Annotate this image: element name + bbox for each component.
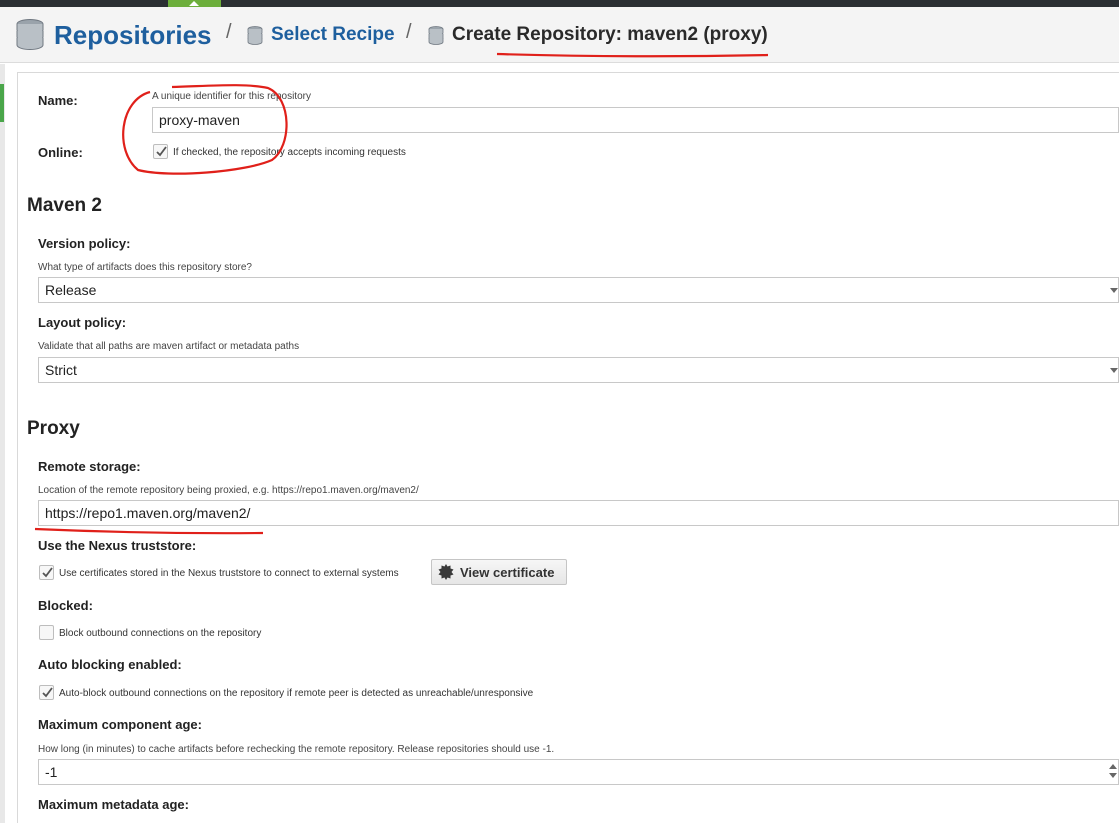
online-checkbox-label: If checked, the repository accepts incom… xyxy=(173,147,406,158)
max-metadata-age-label: Maximum metadata age: xyxy=(38,797,189,812)
chevron-down-icon xyxy=(1110,288,1118,293)
max-component-age-value: -1 xyxy=(45,764,58,780)
breadcrumb-root-label[interactable]: Repositories xyxy=(54,20,212,51)
remote-storage-label: Remote storage: xyxy=(38,459,141,474)
gear-seal-icon xyxy=(438,564,454,580)
chevron-down-icon xyxy=(1110,368,1118,373)
name-label: Name: xyxy=(38,93,78,108)
max-component-age-input[interactable]: -1 xyxy=(38,759,1119,785)
proxy-section-title: Proxy xyxy=(27,418,80,439)
version-policy-value: Release xyxy=(45,282,97,298)
blocked-label: Blocked: xyxy=(38,598,93,613)
active-tab-indicator[interactable] xyxy=(168,0,221,7)
database-icon xyxy=(428,25,444,45)
breadcrumb-repositories[interactable]: Repositories xyxy=(16,7,212,63)
repository-form-panel xyxy=(17,72,1119,823)
truststore-checkbox[interactable] xyxy=(39,565,54,580)
blocked-checkbox[interactable] xyxy=(39,625,54,640)
truststore-checkbox-label: Use certificates stored in the Nexus tru… xyxy=(59,568,399,579)
version-policy-help: What type of artifacts does this reposit… xyxy=(38,262,252,273)
database-icon xyxy=(247,25,263,45)
checkmark-icon xyxy=(156,146,167,157)
breadcrumb-step2-label[interactable]: Select Recipe xyxy=(271,24,395,46)
layout-policy-help: Validate that all paths are maven artifa… xyxy=(38,341,300,352)
breadcrumb-select-recipe[interactable]: Select Recipe xyxy=(247,7,395,63)
version-policy-select[interactable]: Release xyxy=(38,277,1119,303)
checkmark-icon xyxy=(42,567,53,578)
breadcrumb-header: Repositories / Select Recipe / Create Re… xyxy=(0,7,1119,63)
layout-policy-label: Layout policy: xyxy=(38,315,127,330)
breadcrumb-separator: / xyxy=(406,21,412,43)
layout-policy-select[interactable]: Strict xyxy=(38,357,1119,383)
auto-blocking-checkbox-label: Auto-block outbound connections on the r… xyxy=(59,688,534,699)
breadcrumb-separator: / xyxy=(226,21,232,43)
auto-blocking-checkbox[interactable] xyxy=(39,685,54,700)
maven2-section-title: Maven 2 xyxy=(27,195,102,216)
checkmark-icon xyxy=(42,687,53,698)
spinner-up-icon[interactable] xyxy=(1109,764,1117,769)
online-checkbox[interactable] xyxy=(153,144,168,159)
version-policy-label: Version policy: xyxy=(38,236,131,251)
view-certificate-button[interactable]: View certificate xyxy=(431,559,567,585)
database-icon xyxy=(16,19,44,50)
layout-policy-value: Strict xyxy=(45,362,77,378)
blocked-checkbox-label: Block outbound connections on the reposi… xyxy=(59,628,262,639)
max-component-age-help: How long (in minutes) to cache artifacts… xyxy=(38,744,555,755)
auto-blocking-label: Auto blocking enabled: xyxy=(38,657,182,672)
online-label: Online: xyxy=(38,145,83,160)
max-component-age-label: Maximum component age: xyxy=(38,717,202,732)
top-navigation-bar xyxy=(0,0,1119,7)
name-input[interactable] xyxy=(152,107,1119,133)
spinner-down-icon[interactable] xyxy=(1109,773,1117,778)
page-title: Create Repository: maven2 (proxy) xyxy=(452,24,768,45)
breadcrumb-create-repository: Create Repository: maven2 (proxy) xyxy=(428,7,768,63)
caret-up-icon xyxy=(189,1,199,6)
remote-storage-help: Location of the remote repository being … xyxy=(38,485,419,496)
left-sidebar-edge xyxy=(0,64,5,823)
name-help: A unique identifier for this repository xyxy=(152,91,311,102)
remote-storage-input[interactable] xyxy=(38,500,1119,526)
view-certificate-label: View certificate xyxy=(460,564,555,580)
truststore-label: Use the Nexus truststore: xyxy=(38,538,197,553)
sidebar-active-marker xyxy=(0,84,4,122)
